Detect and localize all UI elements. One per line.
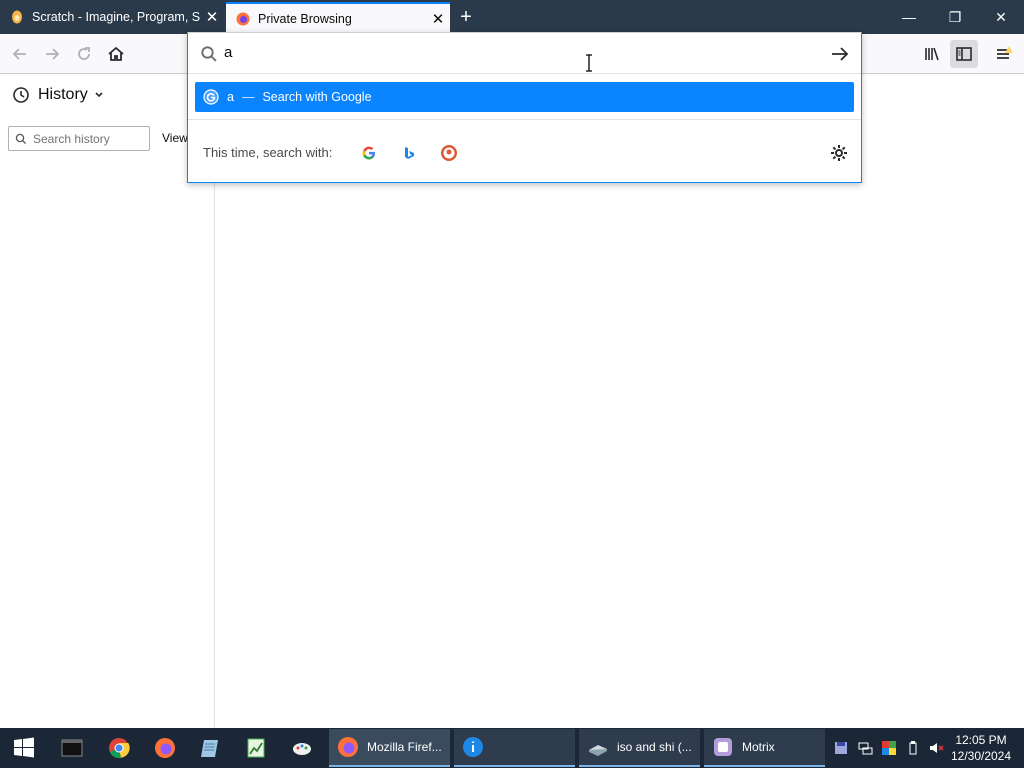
tab-scratch[interactable]: Scratch - Imagine, Program, Sh ✕ xyxy=(0,0,224,34)
notepad-icon xyxy=(201,740,218,757)
tab-strip: Scratch - Imagine, Program, Sh ✕ Private… xyxy=(0,0,1024,34)
firefox-icon xyxy=(155,738,175,758)
taskbar-firefox[interactable] xyxy=(145,732,185,764)
clock-date: 12/30/2024 xyxy=(950,749,1012,763)
back-button[interactable] xyxy=(6,40,34,68)
back-arrow-icon xyxy=(12,48,26,60)
history-sidebar: History View xyxy=(0,74,215,728)
one-off-search-bar: This time, search with: xyxy=(188,119,861,183)
bing-icon[interactable] xyxy=(400,144,418,162)
taskbar-terminal[interactable] xyxy=(52,732,92,764)
history-search-box[interactable] xyxy=(8,126,150,151)
terminal-icon xyxy=(61,739,83,757)
windows-logo-icon xyxy=(14,737,34,758)
new-tab-button[interactable]: + xyxy=(452,4,480,30)
taskbar-app-info[interactable] xyxy=(454,729,575,767)
search-icon xyxy=(201,46,217,62)
color-picker-icon[interactable] xyxy=(881,740,897,756)
library-button[interactable] xyxy=(918,40,946,68)
network-icon[interactable] xyxy=(857,740,873,756)
tab-close-button[interactable]: ✕ xyxy=(200,8,224,26)
one-off-label: This time, search with: xyxy=(203,145,333,160)
volume-muted-icon[interactable] xyxy=(928,740,944,756)
firefox-icon xyxy=(338,737,358,757)
tab-close-button[interactable]: ✕ xyxy=(426,10,450,28)
save-icon[interactable] xyxy=(833,740,849,756)
taskbar: Mozilla Firef... iso and shi (... Motrix… xyxy=(0,728,1024,768)
taskbar-app-motrix[interactable]: Motrix xyxy=(704,729,825,767)
usb-icon[interactable] xyxy=(905,740,921,756)
history-search-input[interactable] xyxy=(33,131,143,146)
search-suggestion-row[interactable]: a — Search with Google xyxy=(195,82,854,112)
urlbar[interactable] xyxy=(188,33,861,74)
suggestion-separator: — xyxy=(241,90,255,104)
urlbar-input[interactable] xyxy=(224,44,804,61)
sidebar-header[interactable]: History xyxy=(12,86,105,104)
reload-button[interactable] xyxy=(70,40,98,68)
tab-private-browsing[interactable]: Private Browsing ✕ xyxy=(226,2,450,34)
tab-title: Scratch - Imagine, Program, Sh xyxy=(32,10,200,24)
taskbar-app-iso[interactable]: iso and shi (... xyxy=(579,729,700,767)
view-button[interactable]: View xyxy=(162,131,188,145)
paint-icon xyxy=(293,743,311,755)
forward-button[interactable] xyxy=(38,40,66,68)
urlbar-dropdown: a — Search with Google This time, search… xyxy=(187,32,862,183)
info-icon xyxy=(463,737,483,757)
system-clock[interactable]: 12:05 PM 12/30/2024 xyxy=(944,732,1018,764)
home-button[interactable] xyxy=(102,40,130,68)
taskbar-app-label: Motrix xyxy=(742,740,775,754)
start-button[interactable] xyxy=(4,732,44,764)
suggestion-action: Search with Google xyxy=(262,90,372,104)
taskbar-app-label: Mozilla Firef... xyxy=(367,740,442,754)
text-cursor-icon xyxy=(586,54,592,72)
duckduckgo-icon[interactable] xyxy=(440,144,458,162)
minimize-button[interactable]: — xyxy=(886,0,932,34)
reload-icon xyxy=(78,47,90,60)
sidebar-toggle-button[interactable] xyxy=(950,40,978,68)
window-close-button[interactable]: ✕ xyxy=(978,0,1024,34)
search-icon xyxy=(15,133,27,144)
taskbar-chrome[interactable] xyxy=(99,732,139,764)
suggestion-query: a xyxy=(227,90,234,104)
clock-icon xyxy=(13,87,29,103)
taskbar-app-firefox[interactable]: Mozilla Firef... xyxy=(329,729,450,767)
taskbar-app-label: iso and shi (... xyxy=(617,740,692,754)
go-arrow-icon[interactable] xyxy=(830,45,850,63)
clock-time: 12:05 PM xyxy=(955,733,1007,747)
google-icon xyxy=(203,89,219,105)
menu-button[interactable] xyxy=(990,40,1018,68)
motrix-icon xyxy=(714,738,732,756)
library-icon xyxy=(925,47,939,61)
taskbar-notes[interactable] xyxy=(190,732,230,764)
firefox-icon xyxy=(236,12,250,26)
hamburger-menu-icon xyxy=(997,46,1013,59)
taskbar-spreadsheet[interactable] xyxy=(236,732,276,764)
taskbar-paint[interactable] xyxy=(282,732,322,764)
tab-title: Private Browsing xyxy=(258,12,352,26)
google-icon[interactable] xyxy=(360,144,378,162)
chevron-down-icon xyxy=(95,92,103,98)
home-icon xyxy=(108,46,124,61)
chrome-icon xyxy=(109,738,130,759)
forward-arrow-icon xyxy=(46,48,60,60)
sidebar-icon xyxy=(956,47,972,61)
scratch-icon xyxy=(12,10,22,24)
spreadsheet-icon xyxy=(247,738,265,758)
sidebar-title: History xyxy=(38,86,88,103)
gear-icon[interactable] xyxy=(830,144,848,162)
disc-drive-icon xyxy=(589,745,607,756)
restore-button[interactable]: ❐ xyxy=(932,0,978,34)
